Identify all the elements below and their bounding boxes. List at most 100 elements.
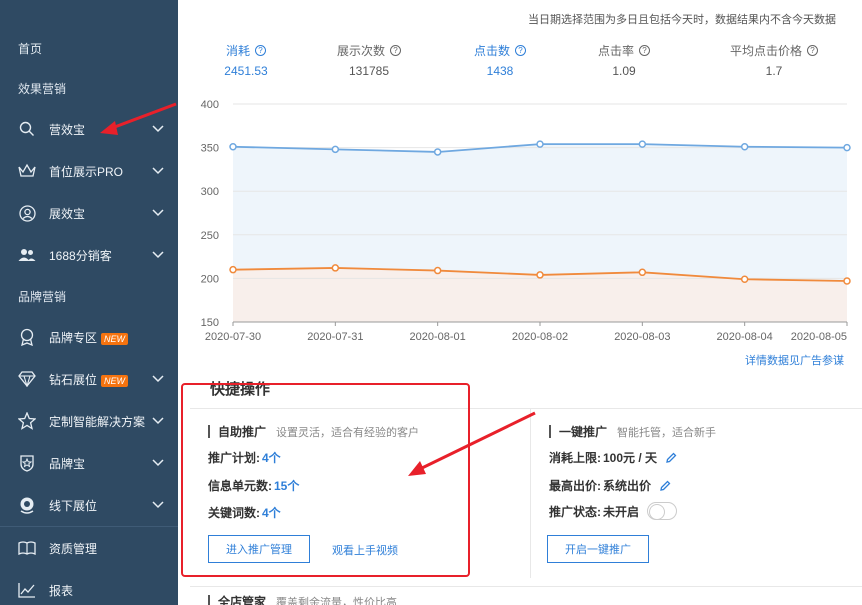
metric-clicks[interactable]: 点击数? 1438 <box>450 42 550 78</box>
help-icon[interactable]: ? <box>390 45 401 56</box>
row-value: 系统出价 <box>603 479 652 493</box>
metric-label-text: 点击数 <box>473 44 510 58</box>
row-value[interactable]: 15个 <box>274 477 299 494</box>
metric-value: 1.09 <box>612 64 636 78</box>
sidebar-item-home[interactable]: 首页 <box>0 28 178 68</box>
sidebar-section-effect-marketing: 效果营销 <box>0 68 178 108</box>
help-icon[interactable]: ? <box>807 45 818 56</box>
book-icon <box>18 539 36 557</box>
promo-status-toggle[interactable] <box>647 502 678 520</box>
sidebar: 首页 效果营销 营效宝 首位展示PRO 展效宝 1688分销客 品牌营销 品牌专… <box>0 0 178 605</box>
promo-plan-row: 推广计划: 4个 <box>208 449 281 466</box>
sidebar-item-label: 报表 <box>49 583 74 598</box>
x-tick-label: 2020-08-02 <box>512 331 568 343</box>
metrics-row: 消耗? 2451.53 展示次数? 131785 点击数? 1438 点击率? … <box>178 42 862 82</box>
metric-label-text: 平均点击价格 <box>729 44 802 58</box>
shield-star-icon <box>18 454 36 472</box>
sidebar-item-yingxiaobao[interactable]: 营效宝 <box>0 108 178 150</box>
label-text: 品牌专区 <box>49 330 98 345</box>
chevron-down-icon <box>152 123 164 135</box>
sidebar-item-label: 首位展示PRO <box>49 164 124 179</box>
row-label: 推广状态: <box>549 504 601 519</box>
y-tick-label: 300 <box>201 186 219 198</box>
row-label: 信息单元数: <box>208 479 272 493</box>
panel-subtitle: 智能托管，适合新手 <box>617 426 717 439</box>
sidebar-item-offline-booth[interactable]: 线下展位 <box>0 484 178 526</box>
sidebar-item-1688-fenxiaoke[interactable]: 1688分销客 <box>0 234 178 276</box>
chevron-down-icon <box>152 165 164 177</box>
data-point <box>843 277 851 285</box>
keyword-row: 关键词数: 4个 <box>208 504 281 521</box>
panel-title: 全店管家 <box>218 595 267 605</box>
header-bar <box>208 595 210 605</box>
row-value[interactable]: 4个 <box>262 449 281 466</box>
metric-ctr[interactable]: 点击率? 1.09 <box>574 42 674 78</box>
chevron-down-icon <box>152 249 164 261</box>
chevron-down-icon <box>152 373 164 385</box>
trend-line-chart: 150 200 250 300 350 400 2020-07-30 2020-07-31 20… <box>201 99 851 343</box>
sidebar-item-diamond-booth[interactable]: 钻石展位 NEW <box>0 358 178 400</box>
crown-icon <box>18 162 36 180</box>
metric-avg-cpc[interactable]: 平均点击价格? 1.7 <box>724 42 824 78</box>
sidebar-item-qualification[interactable]: 资质管理 <box>0 527 178 569</box>
row-label: 关键词数: <box>208 506 260 520</box>
sidebar-item-brandbao[interactable]: 品牌宝 <box>0 442 178 484</box>
x-tick-label: 2020-08-01 <box>410 331 466 343</box>
y-tick-label: 250 <box>201 230 219 242</box>
row-value: 100元 / 天 <box>603 451 658 465</box>
help-icon[interactable]: ? <box>639 45 650 56</box>
x-tick-label: 2020-08-04 <box>717 331 773 343</box>
ad-advisor-link[interactable]: 详情数据见广告参谋 <box>745 352 844 368</box>
sidebar-item-label: 品牌专区 NEW <box>49 329 164 346</box>
panel-header: 全店管家 覆盖剩余流量，性价比高 <box>208 593 397 605</box>
section-label: 品牌营销 <box>18 289 67 304</box>
panel-header: 自助推广 设置灵活，适合有经验的客户 <box>208 423 419 440</box>
row-label: 最高出价: <box>549 479 601 493</box>
panel-subtitle: 覆盖剩余流量，性价比高 <box>276 596 398 605</box>
chevron-down-icon <box>152 415 164 427</box>
data-point <box>740 142 749 151</box>
search-icon <box>18 120 36 138</box>
enter-promo-management-button[interactable]: 进入推广管理 <box>208 535 310 563</box>
data-point <box>433 266 442 275</box>
cost-limit-row: 消耗上限: 100元 / 天 <box>549 449 677 466</box>
sidebar-item-label: 展效宝 <box>49 206 86 221</box>
x-tick-label: 2020-08-05 <box>791 331 847 343</box>
metric-impressions[interactable]: 展示次数? 131785 <box>319 42 419 78</box>
panel-subtitle: 设置灵活，适合有经验的客户 <box>276 426 420 439</box>
sidebar-item-label: 定制智能解决方案 <box>49 414 146 429</box>
sidebar-item-label: 1688分销客 <box>49 248 112 263</box>
data-point <box>331 145 340 154</box>
diamond-icon <box>18 370 36 388</box>
one-click-promo-panel: 一键推广 智能托管，适合新手 消耗上限: 100元 / 天 最高出价: 系统出价 推… <box>530 408 862 578</box>
data-point <box>536 140 544 148</box>
sidebar-item-label: 营效宝 <box>49 122 86 137</box>
badge-icon <box>18 328 36 346</box>
row-value[interactable]: 4个 <box>262 504 281 521</box>
help-icon[interactable]: ? <box>255 45 266 56</box>
line-chart-icon <box>18 581 36 599</box>
sidebar-item-brand-zone[interactable]: 品牌专区 NEW <box>0 316 178 358</box>
y-tick-label: 350 <box>201 143 219 155</box>
metric-value: 2451.53 <box>224 64 268 78</box>
sidebar-item-zhanxiaobao[interactable]: 展效宝 <box>0 192 178 234</box>
enable-one-click-promo-button[interactable]: 开启一键推广 <box>547 535 649 563</box>
sidebar-item-label: 首页 <box>18 41 43 56</box>
sidebar-item-reports[interactable]: 报表 <box>0 569 178 605</box>
metric-label-text: 点击率 <box>597 44 634 58</box>
location-icon <box>18 496 36 514</box>
sidebar-item-shouwei-pro[interactable]: 首位展示PRO <box>0 150 178 192</box>
metric-cost[interactable]: 消耗? 2451.53 <box>196 42 296 78</box>
sidebar-item-custom-solution[interactable]: 定制智能解决方案 <box>0 400 178 442</box>
new-badge: NEW <box>101 332 129 345</box>
watch-tutorial-link[interactable]: 观看上手视频 <box>332 542 398 558</box>
edit-pencil-icon[interactable] <box>665 452 677 464</box>
panel-title: 自助推广 <box>218 425 267 439</box>
chevron-down-icon <box>152 499 164 511</box>
data-point <box>536 271 544 279</box>
sidebar-item-label: 钻石展位 NEW <box>49 371 152 388</box>
help-icon[interactable]: ? <box>515 45 526 56</box>
metric-value: 131785 <box>348 64 390 78</box>
edit-pencil-icon[interactable] <box>659 480 671 492</box>
y-tick-label: 400 <box>201 99 219 111</box>
